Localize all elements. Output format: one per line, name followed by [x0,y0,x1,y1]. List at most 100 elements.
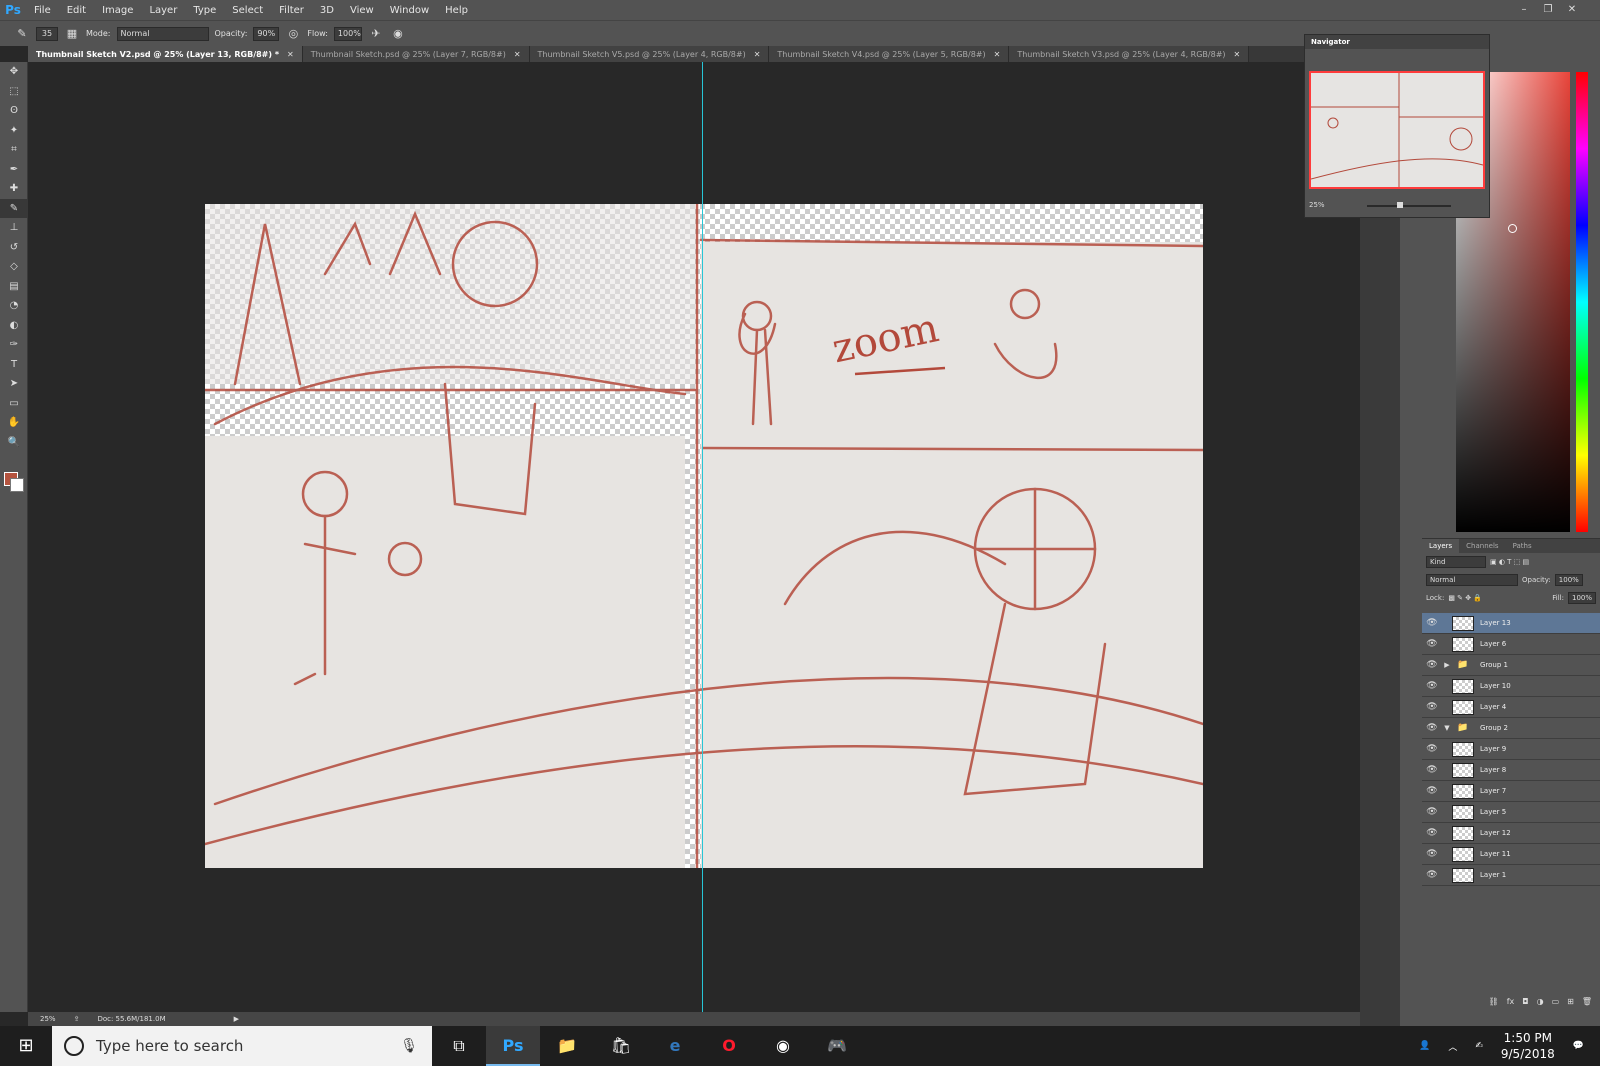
layer-row[interactable]: 👁 Layer 8 [1422,760,1600,781]
add-mask-icon[interactable]: ◘ [1522,997,1528,1011]
navigator-preview[interactable] [1309,71,1485,189]
tab-close-icon[interactable]: ✕ [287,50,294,59]
windows-start-icon[interactable]: ⊞ [0,1026,52,1066]
brush-panel-icon[interactable]: ▦ [64,26,80,42]
airbrush-icon[interactable]: ✈ [368,26,384,42]
adjustment-layer-icon[interactable]: ◑ [1537,997,1544,1011]
layer-row[interactable]: 👁 Layer 12 [1422,823,1600,844]
panel-tab-paths[interactable]: Paths [1506,539,1539,553]
menu-file[interactable]: File [26,5,59,16]
layer-thumbnail[interactable] [1452,783,1474,799]
visibility-eye-icon[interactable]: 👁 [1422,744,1442,754]
document-tab[interactable]: Thumbnail Sketch V2.psd @ 25% (Layer 13,… [28,46,303,62]
tab-close-icon[interactable]: ✕ [994,50,1001,59]
new-layer-icon[interactable]: ⊞ [1567,997,1574,1011]
menu-window[interactable]: Window [382,5,437,16]
tab-close-icon[interactable]: ✕ [1234,50,1241,59]
group-collapsed-icon[interactable]: ▶ [1442,661,1452,669]
brush-size-picker[interactable]: 35 [36,26,58,41]
menu-layer[interactable]: Layer [141,5,185,16]
visibility-eye-icon[interactable]: 👁 [1422,807,1442,817]
navigator-zoom-value[interactable]: 25% [1309,201,1325,209]
pen-workspace-icon[interactable]: ✍ [1475,1041,1483,1051]
status-menu-arrow-icon[interactable]: ▶ [234,1015,239,1023]
layer-row[interactable]: 👁 Layer 7 [1422,781,1600,802]
panel-tab-channels[interactable]: Channels [1459,539,1505,553]
gradient-tool-icon[interactable]: ▤ [0,277,28,297]
layer-fill-field[interactable]: 100% [1567,592,1596,604]
layer-thumbnail[interactable] [1452,699,1474,715]
restore-button[interactable]: ❐ [1540,3,1556,17]
taskbar-clock[interactable]: 1:50 PM 9/5/2018 [1501,1030,1555,1062]
layer-name[interactable]: Layer 1 [1480,871,1506,879]
layer-name[interactable]: Layer 13 [1480,619,1511,627]
layer-name[interactable]: Group 2 [1480,724,1508,732]
background-color-swatch[interactable] [10,478,24,492]
layer-row[interactable]: 👁 Layer 4 [1422,697,1600,718]
action-center-icon[interactable]: 💬 [1573,1041,1584,1051]
layer-name[interactable]: Layer 8 [1480,766,1506,774]
trash-icon[interactable]: 🗑 [1582,997,1592,1011]
layer-name[interactable]: Group 1 [1480,661,1508,669]
menu-select[interactable]: Select [224,5,271,16]
layer-thumbnail[interactable] [1452,867,1474,883]
visibility-eye-icon[interactable]: 👁 [1422,786,1442,796]
zoom-tool-icon[interactable]: 🔍 [0,433,28,453]
file-explorer-icon[interactable]: 📁 [540,1026,594,1066]
visibility-eye-icon[interactable]: 👁 [1422,639,1442,649]
hue-slider[interactable] [1576,72,1588,532]
path-select-tool-icon[interactable]: ➤ [0,374,28,394]
layer-thumbnail[interactable] [1452,762,1474,778]
layer-name[interactable]: Layer 10 [1480,682,1511,690]
link-layers-icon[interactable]: ⛓ [1489,997,1499,1011]
menu-image[interactable]: Image [94,5,141,16]
layer-row[interactable]: 👁 ▶ 📁 Group 1 [1422,655,1600,676]
healing-brush-tool-icon[interactable]: ✚ [0,179,28,199]
quick-select-tool-icon[interactable]: ✦ [0,121,28,141]
visibility-eye-icon[interactable]: 👁 [1422,681,1442,691]
layer-name[interactable]: Layer 7 [1480,787,1506,795]
task-view-icon[interactable]: ⧉ [432,1026,486,1066]
layer-row[interactable]: 👁 Layer 1 [1422,865,1600,886]
zoom-level[interactable]: 25% [40,1015,56,1023]
lasso-tool-icon[interactable]: ʘ [0,101,28,121]
tab-close-icon[interactable]: ✕ [514,50,521,59]
canvas-area[interactable]: zoom [28,62,1360,1012]
layer-row[interactable]: 👁 Layer 9 [1422,739,1600,760]
opacity-field[interactable]: 90% [253,26,280,41]
document-tab[interactable]: Thumbnail Sketch.psd @ 25% (Layer 7, RGB… [302,46,530,62]
brush-tool-icon[interactable]: ✎ [0,198,28,218]
move-tool-icon[interactable]: ✥ [0,62,28,82]
crop-tool-icon[interactable]: ⌗ [0,140,28,160]
microphone-icon[interactable]: 🎙 [400,1038,418,1054]
dodge-tool-icon[interactable]: ◐ [0,316,28,336]
flow-field[interactable]: 100% [333,26,362,41]
blend-mode-select[interactable]: Normal [1426,574,1518,586]
vertical-guide[interactable] [702,62,703,1012]
document-tab[interactable]: Thumbnail Sketch V5.psd @ 25% (Layer 4, … [529,46,770,62]
layer-row[interactable]: 👁 Layer 6 [1422,634,1600,655]
store-icon[interactable]: 🛍 [594,1026,648,1066]
layer-name[interactable]: Layer 5 [1480,808,1506,816]
color-picker-cursor[interactable] [1508,224,1517,233]
export-icon[interactable]: ⇪ [74,1015,80,1023]
filter-icons[interactable]: ▣ ◐ T ⬚ ▤ [1490,558,1529,566]
menu-filter[interactable]: Filter [271,5,312,16]
group-expanded-icon[interactable]: ▼ [1442,724,1452,732]
menu-edit[interactable]: Edit [59,5,94,16]
menu-help[interactable]: Help [437,5,476,16]
photoshop-icon[interactable]: Ps [486,1026,540,1066]
visibility-eye-icon[interactable]: 👁 [1422,765,1442,775]
mode-select[interactable]: Normal [116,26,209,41]
eyedropper-tool-icon[interactable]: ✒ [0,160,28,180]
layer-row[interactable]: 👁 Layer 13 [1422,613,1600,634]
document-tab[interactable]: Thumbnail Sketch V4.psd @ 25% (Layer 5, … [769,46,1010,62]
layer-thumbnail[interactable] [1452,846,1474,862]
visibility-eye-icon[interactable]: 👁 [1422,828,1442,838]
layer-thumbnail[interactable] [1452,741,1474,757]
edge-icon[interactable]: e [648,1026,702,1066]
blur-tool-icon[interactable]: ◔ [0,296,28,316]
layer-row[interactable]: 👁 Layer 10 [1422,676,1600,697]
pressure-opacity-icon[interactable]: ◎ [285,26,301,42]
pen-tool-icon[interactable]: ✑ [0,335,28,355]
